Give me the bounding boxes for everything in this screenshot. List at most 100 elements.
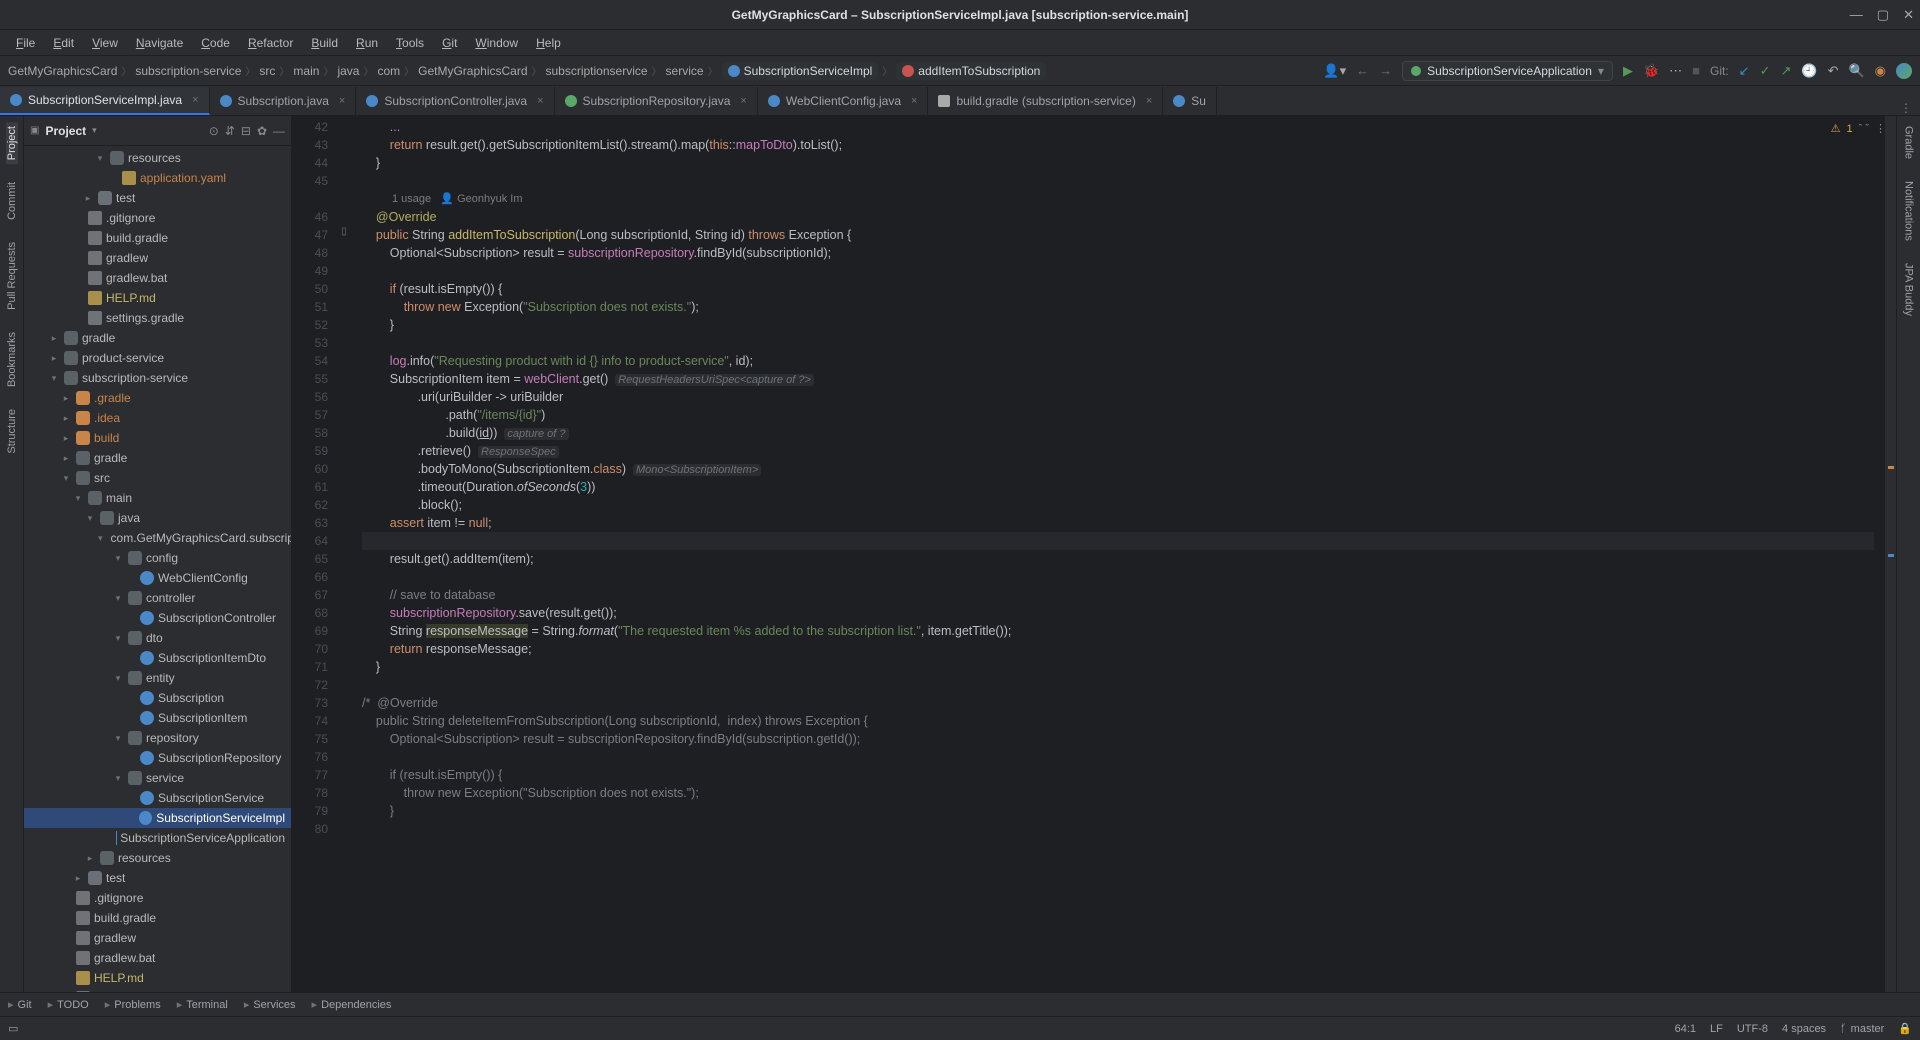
tree-node-20[interactable]: ▾config <box>24 548 291 568</box>
tab-3[interactable]: SubscriptionRepository.java× <box>555 87 758 115</box>
tree-node-0[interactable]: ▾resources <box>24 148 291 168</box>
tree-node-41[interactable]: HELP.md <box>24 968 291 988</box>
tab-close-icon[interactable]: × <box>537 95 543 107</box>
search-icon[interactable]: 🔍 <box>1848 63 1864 79</box>
lock-icon[interactable]: 🔒 <box>1898 1022 1912 1035</box>
menu-build[interactable]: Build <box>303 33 346 53</box>
more-run-icon[interactable]: ⋯ <box>1669 63 1682 79</box>
tree-node-8[interactable]: settings.gradle <box>24 308 291 328</box>
tree-node-2[interactable]: ▸test <box>24 188 291 208</box>
menu-help[interactable]: Help <box>528 33 569 53</box>
tabs-more-icon[interactable]: ⋮ <box>1892 101 1920 115</box>
tree-node-31[interactable]: ▾service <box>24 768 291 788</box>
indent[interactable]: 4 spaces <box>1782 1023 1826 1035</box>
menu-edit[interactable]: Edit <box>45 33 82 53</box>
crumb-4[interactable]: java <box>337 64 359 78</box>
run-config-selector[interactable]: SubscriptionServiceApplication ▾ <box>1402 61 1613 81</box>
close-icon[interactable]: ✕ <box>1903 7 1914 23</box>
tab-close-icon[interactable]: × <box>1146 95 1152 107</box>
menu-file[interactable]: File <box>8 33 43 53</box>
inspection-indicator[interactable]: ⚠1 ˆ ˇ ⋮ <box>1831 122 1886 135</box>
tree-node-3[interactable]: .gitignore <box>24 208 291 228</box>
tree-node-13[interactable]: ▸.idea <box>24 408 291 428</box>
git-history-icon[interactable]: 🕘 <box>1801 63 1817 79</box>
crumb-3[interactable]: main <box>293 64 319 78</box>
crumb-5[interactable]: com <box>377 64 400 78</box>
tree-node-4[interactable]: build.gradle <box>24 228 291 248</box>
tree-node-26[interactable]: ▾entity <box>24 668 291 688</box>
tab-close-icon[interactable]: × <box>911 95 917 107</box>
tree-node-19[interactable]: ▾com.GetMyGraphicsCard.subscrip <box>24 528 291 548</box>
tab-close-icon[interactable]: × <box>740 95 746 107</box>
crumb-1[interactable]: subscription-service <box>135 64 241 78</box>
line-ending[interactable]: LF <box>1710 1023 1723 1035</box>
collapse-all-icon[interactable]: ⊟ <box>241 124 251 138</box>
breadcrumb[interactable]: GetMyGraphicsCard〉subscription-service〉s… <box>8 62 1323 80</box>
crumb-2[interactable]: src <box>259 64 275 78</box>
code-area[interactable]: ... return result.get().getSubscriptionI… <box>352 116 1884 992</box>
toolwin-dependencies[interactable]: ▸ Dependencies <box>312 998 392 1011</box>
crumb-0[interactable]: GetMyGraphicsCard <box>8 64 117 78</box>
hide-icon[interactable]: — <box>273 124 285 138</box>
tree-node-27[interactable]: Subscription <box>24 688 291 708</box>
stop-icon[interactable]: ■ <box>1692 63 1700 78</box>
menu-git[interactable]: Git <box>434 33 465 53</box>
tree-node-34[interactable]: SubscriptionServiceApplication <box>24 828 291 848</box>
tree-node-37[interactable]: .gitignore <box>24 888 291 908</box>
select-open-file-icon[interactable]: ⊙ <box>209 124 219 138</box>
tree-node-32[interactable]: SubscriptionService <box>24 788 291 808</box>
run-icon[interactable]: ▶ <box>1623 63 1633 79</box>
tree-node-17[interactable]: ▾main <box>24 488 291 508</box>
tab-4[interactable]: WebClientConfig.java× <box>758 87 929 115</box>
tree-node-5[interactable]: gradlew <box>24 248 291 268</box>
tree-node-24[interactable]: ▾dto <box>24 628 291 648</box>
tree-node-1[interactable]: application.yaml <box>24 168 291 188</box>
tree-node-28[interactable]: SubscriptionItem <box>24 708 291 728</box>
toolwin-problems[interactable]: ▸ Problems <box>105 998 161 1011</box>
tree-node-29[interactable]: ▾repository <box>24 728 291 748</box>
menu-code[interactable]: Code <box>193 33 238 53</box>
rail-commit[interactable]: Commit <box>6 178 18 224</box>
git-pull-icon[interactable]: ↙ <box>1739 63 1750 79</box>
settings-icon[interactable]: ✿ <box>257 124 267 138</box>
rail-bookmarks[interactable]: Bookmarks <box>6 328 18 391</box>
menu-navigate[interactable]: Navigate <box>128 33 191 53</box>
rail-gradle[interactable]: Gradle <box>1903 122 1915 163</box>
git-push-icon[interactable]: ↗ <box>1780 63 1791 79</box>
rail-jpa-buddy[interactable]: JPA Buddy <box>1903 259 1915 320</box>
tree-node-21[interactable]: WebClientConfig <box>24 568 291 588</box>
tree-node-7[interactable]: HELP.md <box>24 288 291 308</box>
tree-node-22[interactable]: ▾controller <box>24 588 291 608</box>
maximize-icon[interactable]: ▢ <box>1877 7 1889 23</box>
menu-window[interactable]: Window <box>467 33 526 53</box>
tree-node-40[interactable]: gradlew.bat <box>24 948 291 968</box>
tree-node-30[interactable]: SubscriptionRepository <box>24 748 291 768</box>
cursor-position[interactable]: 64:1 <box>1675 1023 1696 1035</box>
crumb-8[interactable]: service <box>666 64 704 78</box>
expand-all-icon[interactable]: ⇵ <box>225 124 235 138</box>
tab-6[interactable]: Su <box>1163 87 1217 115</box>
tab-close-icon[interactable]: × <box>192 94 198 106</box>
toolwin-git[interactable]: ▸ Git <box>8 998 32 1011</box>
crumb-7[interactable]: subscriptionservice <box>546 64 648 78</box>
menu-refactor[interactable]: Refactor <box>240 33 301 53</box>
menu-tools[interactable]: Tools <box>388 33 432 53</box>
git-branch[interactable]: ᚶ master <box>1840 1023 1884 1035</box>
tree-node-16[interactable]: ▾src <box>24 468 291 488</box>
tab-2[interactable]: SubscriptionController.java× <box>356 87 554 115</box>
encoding[interactable]: UTF-8 <box>1737 1023 1768 1035</box>
rail-structure[interactable]: Structure <box>6 405 18 458</box>
menu-view[interactable]: View <box>84 33 126 53</box>
tree-node-15[interactable]: ▸gradle <box>24 448 291 468</box>
crumb-10[interactable]: addItemToSubscription <box>896 62 1046 80</box>
nav-back-icon[interactable]: ← <box>1356 63 1369 78</box>
nav-fwd-icon[interactable]: → <box>1379 63 1392 78</box>
tree-node-6[interactable]: gradlew.bat <box>24 268 291 288</box>
rail-pull-requests[interactable]: Pull Requests <box>6 238 18 314</box>
ide-settings-icon[interactable]: ◉ <box>1875 63 1886 79</box>
rail-project[interactable]: Project <box>6 122 18 164</box>
toolwin-services[interactable]: ▸ Services <box>244 998 296 1011</box>
tree-node-14[interactable]: ▸build <box>24 428 291 448</box>
tree-node-11[interactable]: ▾subscription-service <box>24 368 291 388</box>
tree-node-39[interactable]: gradlew <box>24 928 291 948</box>
